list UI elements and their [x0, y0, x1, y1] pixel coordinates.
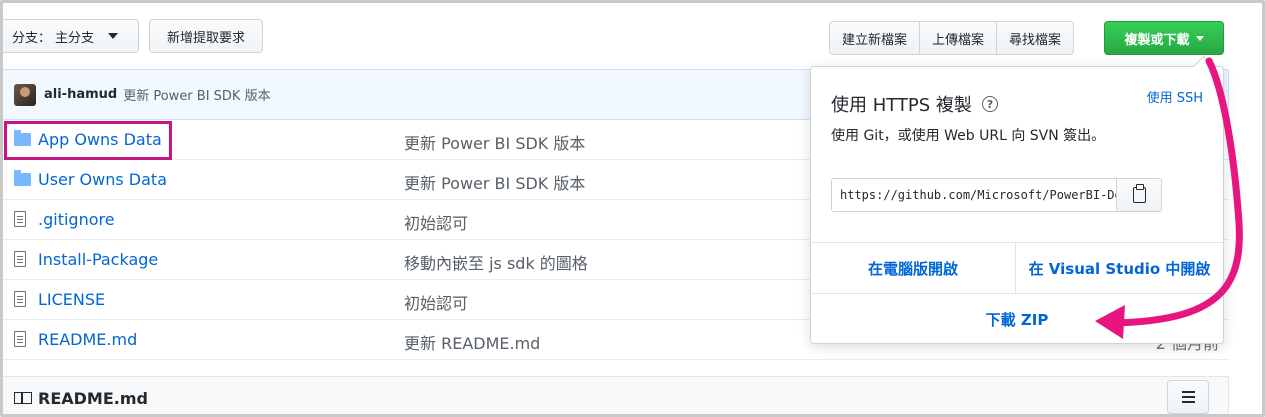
use-ssh-link[interactable]: 使用 SSH [1147, 87, 1203, 106]
readme-header: README.md [3, 376, 1229, 414]
file-commit-message[interactable]: 更新 Power BI SDK 版本 [404, 130, 585, 154]
file-name-link[interactable]: Install-Package [38, 250, 158, 269]
clipboard-icon [1132, 184, 1146, 203]
chevron-down-icon [1195, 35, 1204, 41]
question-icon[interactable]: ? [981, 96, 998, 112]
branch-label: 分支： [12, 30, 52, 46]
file-commit-message[interactable]: 移動內嵌至 js sdk 的圖格 [404, 250, 588, 274]
download-zip-button[interactable]: 下載 ZIP [811, 294, 1223, 344]
file-name-link[interactable]: .gitignore [38, 210, 115, 229]
open-in-visual-studio-button[interactable]: 在 Visual Studio 中開啟 [1016, 243, 1223, 293]
file-icon [14, 291, 26, 307]
book-icon [14, 392, 32, 404]
file-commit-message[interactable]: 更新 Power BI SDK 版本 [404, 170, 585, 194]
create-new-file-button[interactable]: 建立新檔案 [829, 21, 921, 55]
upload-files-button[interactable]: 上傳檔案 [920, 21, 998, 55]
file-actions-group: 建立新檔案 上傳檔案 尋找檔案 [829, 21, 1075, 55]
chevron-down-icon [108, 33, 119, 39]
table-of-contents-button[interactable] [1167, 380, 1209, 414]
avatar[interactable] [14, 83, 36, 106]
open-in-desktop-button[interactable]: 在電腦版開啟 [811, 243, 1016, 293]
file-commit-message[interactable]: 更新 README.md [404, 330, 540, 354]
clone-button-label: 複製或下載 [1124, 32, 1190, 48]
clone-popover: 使用 HTTPS 複製 ? 使用 SSH 使用 Git，或使用 Web URL … [810, 66, 1224, 344]
folder-icon [14, 170, 31, 186]
new-pull-request-button[interactable]: 新增提取要求 [149, 19, 263, 53]
clone-description: 使用 Git，或使用 Web URL 向 SVN 簽出。 [831, 128, 1106, 144]
commit-author[interactable]: ali-hamud [44, 87, 117, 102]
branch-name: 主分支 [55, 30, 95, 46]
file-commit-message[interactable]: 初始認可 [404, 290, 468, 314]
file-name-link[interactable]: README.md [38, 330, 137, 349]
clone-https-title: 使用 HTTPS 複製 [831, 95, 972, 116]
popover-title: 使用 HTTPS 複製 ? [831, 91, 998, 117]
copy-url-button[interactable] [1116, 178, 1162, 212]
menu-icon [1181, 391, 1195, 393]
branch-selector[interactable]: 分支： 主分支 [3, 19, 139, 53]
find-file-button[interactable]: 尋找檔案 [997, 21, 1075, 55]
file-icon [14, 211, 26, 227]
file-name-link[interactable]: User Owns Data [38, 170, 167, 189]
file-commit-message[interactable]: 初始認可 [404, 210, 468, 234]
clone-url-input[interactable]: https://github.com/Microsoft/PowerBI-Dev… [831, 178, 1117, 212]
repo-page: 分支： 主分支 新增提取要求 建立新檔案 上傳檔案 尋找檔案 複製或下載 ali… [0, 0, 1265, 417]
file-icon [14, 251, 26, 267]
file-icon [14, 331, 26, 347]
highlight-box [4, 121, 172, 160]
file-name-link[interactable]: LICENSE [38, 290, 105, 309]
clone-or-download-button[interactable]: 複製或下載 [1104, 21, 1224, 55]
commit-message[interactable]: 更新 Power BI SDK 版本 [123, 85, 270, 104]
readme-title: README.md [38, 388, 148, 408]
